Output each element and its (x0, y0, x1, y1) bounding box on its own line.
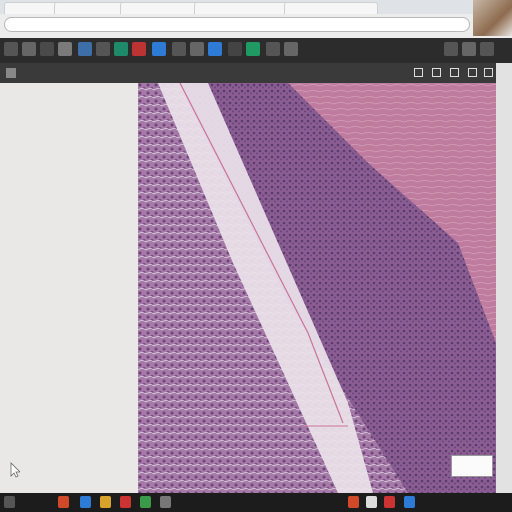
app-icon[interactable] (348, 496, 359, 508)
tool-n-icon[interactable] (246, 42, 260, 56)
tool-h-icon[interactable] (132, 42, 146, 56)
start-icon[interactable] (4, 496, 15, 508)
settings-icon[interactable] (468, 68, 477, 77)
slide-image[interactable] (138, 83, 496, 493)
tool-g-icon[interactable] (114, 42, 128, 56)
side-panel (0, 83, 139, 493)
fullscreen-icon[interactable] (484, 68, 493, 77)
back-icon[interactable] (6, 68, 16, 78)
rotate-icon[interactable] (432, 68, 441, 77)
browser-chrome (0, 0, 512, 39)
browser-tab[interactable] (284, 2, 378, 14)
app-icon[interactable] (80, 496, 91, 508)
app-icon[interactable] (100, 496, 111, 508)
window-icon[interactable] (480, 42, 494, 56)
app-icon[interactable] (120, 496, 131, 508)
viewer-titlebar (0, 63, 496, 83)
app-icon[interactable] (404, 496, 415, 508)
tool-b-icon[interactable] (22, 42, 36, 56)
tool-p-icon[interactable] (284, 42, 298, 56)
fit-icon[interactable] (414, 68, 423, 77)
tool-i-icon[interactable] (152, 42, 166, 56)
tool-m-icon[interactable] (228, 42, 242, 56)
right-gutter (496, 63, 512, 493)
tool-d-icon[interactable] (58, 42, 72, 56)
browser-tab[interactable] (120, 2, 200, 14)
tool-o-icon[interactable] (266, 42, 280, 56)
app-icon[interactable] (384, 496, 395, 508)
app-toolbar (0, 38, 512, 64)
tool-j-icon[interactable] (172, 42, 186, 56)
viewer-breadcrumb (24, 69, 116, 77)
browser-tab[interactable] (194, 2, 290, 14)
window-icon[interactable] (444, 42, 458, 56)
browser-tab[interactable] (54, 2, 126, 14)
window-icon[interactable] (462, 42, 476, 56)
taskbar (0, 493, 512, 512)
tab-strip (0, 0, 512, 14)
tool-c-icon[interactable] (40, 42, 54, 56)
address-bar[interactable] (4, 17, 470, 32)
grid-icon[interactable] (450, 68, 459, 77)
tool-a-icon[interactable] (4, 42, 18, 56)
tool-k-icon[interactable] (190, 42, 204, 56)
app-icon[interactable] (160, 496, 171, 508)
browser-tab[interactable] (4, 2, 60, 14)
webcam-overlay (473, 0, 512, 36)
tissue-section (138, 83, 496, 493)
app-icon[interactable] (140, 496, 151, 508)
tool-l-icon[interactable] (208, 42, 222, 56)
cursor-icon (10, 462, 20, 478)
tool-e-icon[interactable] (78, 42, 92, 56)
app-icon[interactable] (58, 496, 69, 508)
tool-f-icon[interactable] (96, 42, 110, 56)
app-icon[interactable] (366, 496, 377, 508)
scale-bar (451, 455, 493, 477)
